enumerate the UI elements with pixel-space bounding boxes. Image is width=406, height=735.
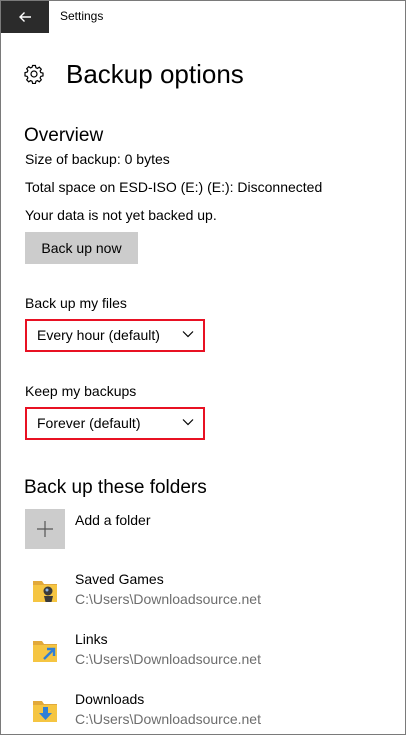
page-header: Backup options — [24, 59, 244, 89]
keep-backups-label: Keep my backups — [25, 383, 137, 399]
downloads-folder-icon — [33, 701, 57, 722]
overview-heading: Overview — [24, 125, 104, 146]
title-bar: Settings — [1, 1, 405, 33]
chevron-down-icon — [182, 419, 194, 426]
folder-item-links[interactable]: Links C:\Users\Downloadsource.net — [25, 631, 395, 675]
folder-name: Downloads — [75, 691, 145, 707]
folder-item-saved-games[interactable]: Saved Games C:\Users\Downloadsource.net — [25, 571, 395, 615]
backup-frequency-label: Back up my files — [25, 295, 127, 311]
chevron-down-icon — [182, 331, 194, 338]
folder-path: C:\Users\Downloadsource.net — [75, 651, 261, 667]
keep-backups-dropdown[interactable]: Forever (default) — [25, 407, 205, 440]
plus-icon — [37, 521, 53, 537]
gear-icon — [24, 64, 44, 84]
page-title: Backup options — [66, 59, 244, 89]
window-title: Settings — [60, 9, 104, 23]
add-folder-label[interactable]: Add a folder — [75, 512, 151, 528]
folder-item-downloads[interactable]: Downloads C:\Users\Downloadsource.net — [25, 691, 395, 734]
folder-name: Links — [75, 631, 108, 647]
backup-frequency-dropdown[interactable]: Every hour (default) — [25, 319, 205, 352]
backup-frequency-value: Every hour (default) — [37, 327, 160, 343]
folder-path: C:\Users\Downloadsource.net — [75, 591, 261, 607]
keep-backups-value: Forever (default) — [37, 415, 141, 431]
total-space-text: Total space on ESD-ISO (E:) (E:): Discon… — [25, 179, 323, 195]
backup-size-text: Size of backup: 0 bytes — [25, 151, 170, 167]
folder-name: Saved Games — [75, 571, 164, 587]
back-up-now-button[interactable]: Back up now — [25, 232, 138, 264]
add-folder-button[interactable] — [25, 509, 65, 549]
settings-window: Settings Backup options Overview Size of… — [0, 0, 406, 735]
back-button[interactable] — [1, 1, 49, 33]
saved-games-folder-icon — [33, 581, 57, 602]
folder-path: C:\Users\Downloadsource.net — [75, 711, 261, 727]
backup-status-text: Your data is not yet backed up. — [25, 207, 217, 223]
folders-heading: Back up these folders — [24, 477, 207, 498]
back-arrow-icon — [19, 12, 31, 22]
links-folder-icon — [33, 641, 57, 662]
